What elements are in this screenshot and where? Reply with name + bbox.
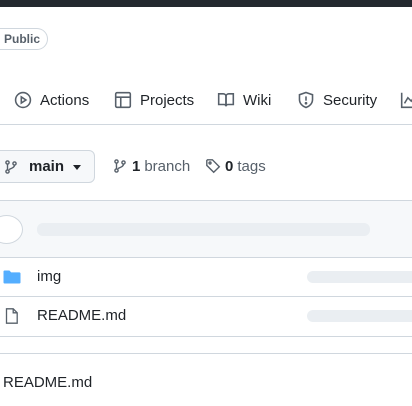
tags-link[interactable]: 0 tags	[205, 156, 266, 176]
tag-icon	[206, 159, 221, 174]
commit-placeholder	[307, 271, 412, 283]
file-list: img README.md	[0, 200, 412, 337]
file-name[interactable]: img	[37, 268, 61, 285]
branches-link[interactable]: 1 branch	[112, 156, 190, 176]
top-header-bar	[0, 0, 412, 7]
latest-commit-header	[0, 201, 412, 258]
graph-icon	[400, 92, 412, 109]
branch-count-label: branch	[144, 157, 191, 175]
table-icon	[114, 91, 132, 109]
git-branch-icon	[5, 159, 17, 174]
visibility-badge: Public	[0, 28, 49, 50]
file-icon	[5, 308, 18, 324]
shield-icon	[298, 91, 314, 109]
repo-nav-tabs: Actions Projects Wiki Security	[0, 86, 412, 114]
branch-select-button[interactable]: main	[0, 150, 95, 183]
folder-icon	[3, 270, 21, 284]
tab-actions[interactable]: Actions	[14, 86, 89, 114]
commit-message-placeholder	[37, 223, 370, 236]
tab-projects[interactable]: Projects	[114, 86, 194, 114]
tab-wiki[interactable]: Wiki	[217, 86, 271, 114]
file-name[interactable]: README.md	[37, 307, 126, 324]
tag-count-label: tags	[237, 157, 266, 175]
play-circle-icon	[14, 91, 32, 109]
readme-divider	[0, 353, 412, 354]
readme-title[interactable]: README.md	[3, 374, 92, 391]
tabs-divider	[0, 124, 412, 125]
commit-placeholder	[307, 310, 412, 322]
file-row-img[interactable]: img	[0, 258, 412, 297]
file-row-readme[interactable]: README.md	[0, 297, 412, 336]
tab-security-label: Security	[323, 91, 378, 109]
chevron-down-icon	[73, 165, 82, 170]
tab-actions-label: Actions	[40, 91, 90, 109]
tag-count: 0	[225, 157, 234, 175]
git-branch-icon	[114, 159, 126, 173]
branch-count: 1	[132, 157, 141, 175]
branch-name: main	[29, 158, 65, 175]
avatar[interactable]	[0, 215, 23, 244]
tab-security[interactable]: Security	[297, 86, 377, 114]
tab-wiki-label: Wiki	[243, 91, 272, 109]
tab-projects-label: Projects	[140, 91, 195, 109]
tab-insights[interactable]	[400, 86, 412, 114]
book-icon	[217, 93, 235, 107]
